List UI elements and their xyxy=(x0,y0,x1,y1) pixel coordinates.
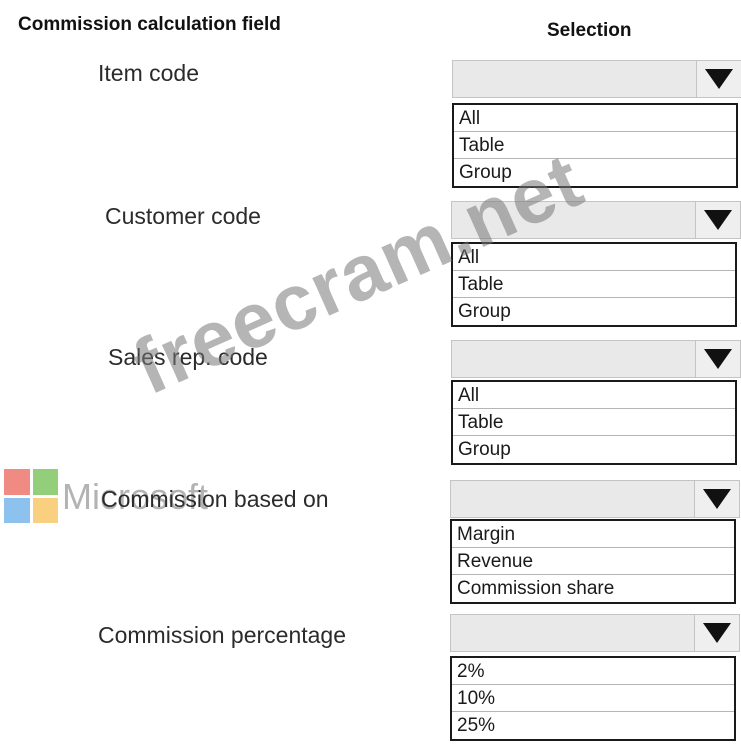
sales-rep-code-dropdown[interactable] xyxy=(451,340,741,378)
option-all[interactable]: All xyxy=(453,382,735,409)
chevron-down-icon xyxy=(704,210,732,230)
commission-percentage-label: Commission percentage xyxy=(98,622,347,648)
item-code-dropdown[interactable] xyxy=(452,60,741,98)
microsoft-logo-icon xyxy=(4,469,58,523)
option-table[interactable]: Table xyxy=(453,271,735,298)
field-column-header: Commission calculation field xyxy=(18,14,281,35)
option-2-percent[interactable]: 2% xyxy=(452,658,734,685)
chevron-down-icon xyxy=(705,69,733,89)
dropdown-toggle[interactable] xyxy=(695,481,739,517)
chevron-down-icon xyxy=(704,349,732,369)
commission-based-on-options: Margin Revenue Commission share xyxy=(450,519,736,604)
dropdown-toggle[interactable] xyxy=(697,61,741,97)
option-table[interactable]: Table xyxy=(454,132,736,159)
chevron-down-icon xyxy=(703,489,731,509)
option-25-percent[interactable]: 25% xyxy=(452,712,734,739)
item-code-label: Item code xyxy=(98,60,199,86)
commission-based-on-label: Commission based on xyxy=(101,486,329,512)
option-margin[interactable]: Margin xyxy=(452,521,734,548)
selection-column-header: Selection xyxy=(547,20,632,41)
commission-percentage-options: 2% 10% 25% xyxy=(450,656,736,741)
option-all[interactable]: All xyxy=(454,105,736,132)
dropdown-value-box[interactable] xyxy=(452,341,696,377)
sales-rep-code-options: All Table Group xyxy=(451,380,737,465)
dropdown-value-box[interactable] xyxy=(451,481,695,517)
dropdown-toggle[interactable] xyxy=(695,615,739,651)
chevron-down-icon xyxy=(703,623,731,643)
option-group[interactable]: Group xyxy=(453,298,735,325)
option-table[interactable]: Table xyxy=(453,409,735,436)
option-revenue[interactable]: Revenue xyxy=(452,548,734,575)
option-commission-share[interactable]: Commission share xyxy=(452,575,734,602)
dropdown-toggle[interactable] xyxy=(696,202,740,238)
commission-percentage-dropdown[interactable] xyxy=(450,614,740,652)
customer-code-label: Customer code xyxy=(105,203,261,229)
dropdown-value-box[interactable] xyxy=(453,61,697,97)
dropdown-value-box[interactable] xyxy=(451,615,695,651)
option-10-percent[interactable]: 10% xyxy=(452,685,734,712)
option-group[interactable]: Group xyxy=(453,436,735,463)
commission-based-on-dropdown[interactable] xyxy=(450,480,740,518)
dropdown-toggle[interactable] xyxy=(696,341,740,377)
